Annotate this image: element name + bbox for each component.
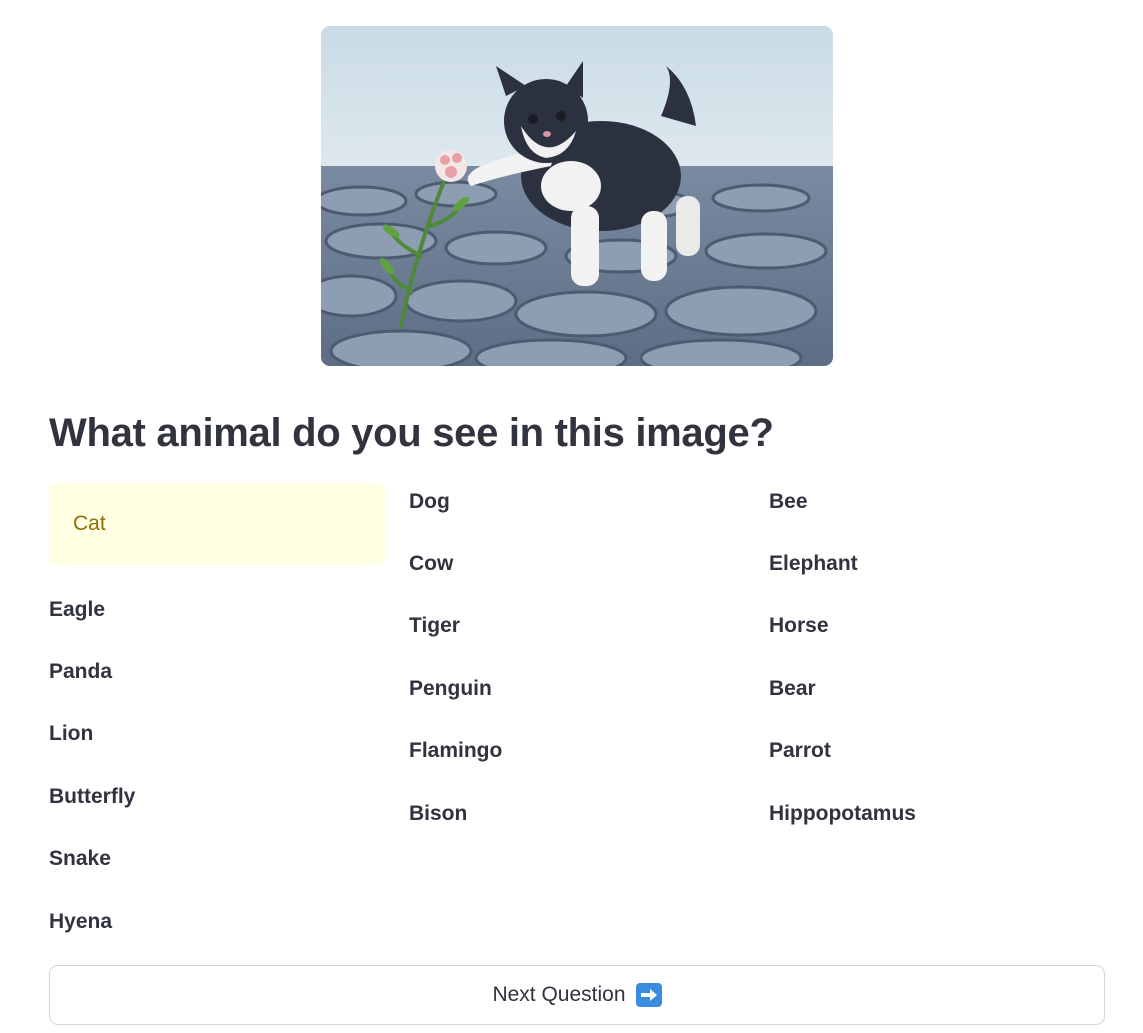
option-hyena[interactable]: Hyena: [49, 908, 112, 936]
option-horse[interactable]: Horse: [769, 612, 829, 640]
option-hippopotamus[interactable]: Hippopotamus: [769, 800, 916, 828]
option-snake[interactable]: Snake: [49, 845, 111, 873]
option-bee[interactable]: Bee: [769, 488, 808, 516]
option-cow[interactable]: Cow: [409, 550, 453, 578]
option-cat[interactable]: Cat: [49, 483, 385, 565]
option-butterfly[interactable]: Butterfly: [49, 783, 135, 811]
option-panda[interactable]: Panda: [49, 658, 112, 686]
option-tiger[interactable]: Tiger: [409, 612, 460, 640]
animal-image: [321, 26, 833, 366]
next-question-button[interactable]: Next Question: [49, 965, 1105, 1025]
option-eagle[interactable]: Eagle: [49, 596, 105, 624]
option-lion[interactable]: Lion: [49, 720, 93, 748]
option-bear[interactable]: Bear: [769, 675, 816, 703]
option-dog[interactable]: Dog: [409, 488, 450, 516]
option-elephant[interactable]: Elephant: [769, 550, 858, 578]
option-parrot[interactable]: Parrot: [769, 737, 831, 765]
option-bison[interactable]: Bison: [409, 800, 467, 828]
question-heading: What animal do you see in this image?: [49, 411, 774, 455]
option-penguin[interactable]: Penguin: [409, 675, 492, 703]
option-flamingo[interactable]: Flamingo: [409, 737, 502, 765]
right-arrow-icon: [635, 983, 662, 1007]
next-question-label: Next Question: [492, 983, 626, 1006]
answer-options: Cat Eagle Panda Lion Butterfly Snake Hye…: [49, 483, 1105, 953]
